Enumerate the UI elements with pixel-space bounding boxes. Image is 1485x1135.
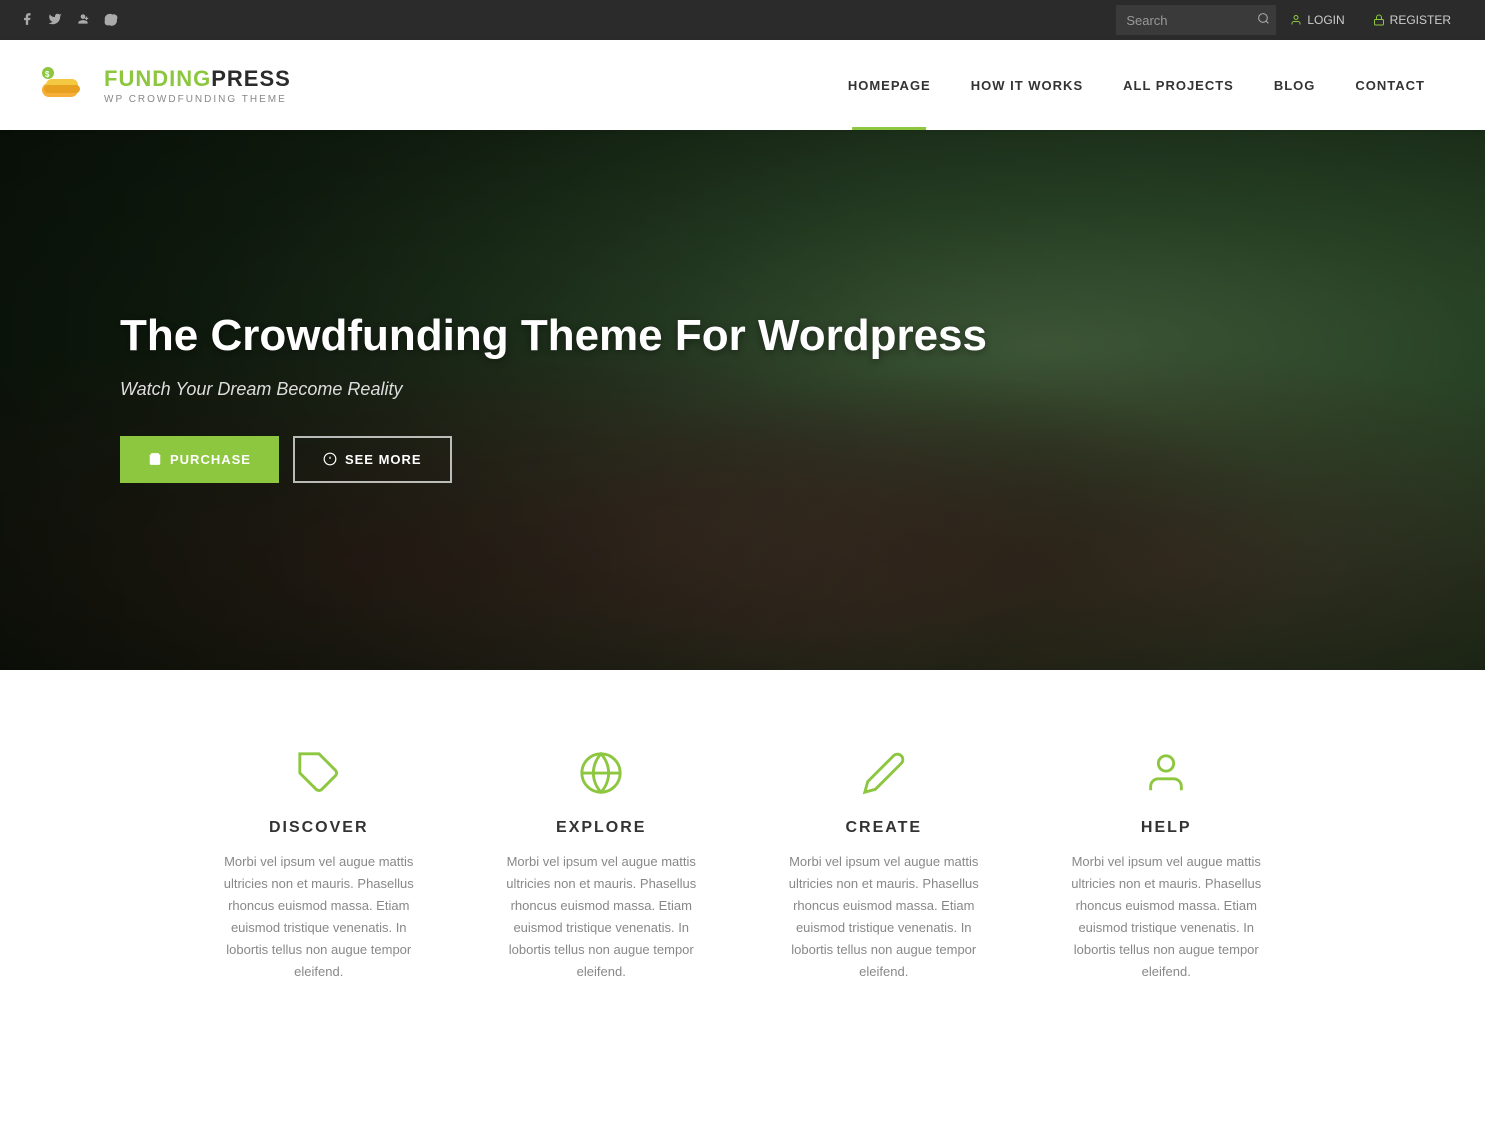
facebook-icon[interactable]: [20, 12, 34, 29]
logo-text: FUNDINGPRESS WP CROWDFUNDING THEME: [104, 66, 291, 105]
help-icon: [1143, 750, 1189, 803]
help-desc: Morbi vel ipsum vel augue mattis ultrici…: [1060, 851, 1273, 984]
logo-icon: $: [40, 65, 92, 105]
logo-green: FUNDING: [104, 66, 211, 91]
explore-icon: [578, 750, 624, 803]
create-icon: [861, 750, 907, 803]
google-plus-icon[interactable]: [76, 12, 90, 29]
feature-create: CREATE Morbi vel ipsum vel augue mattis …: [758, 730, 1011, 1004]
discover-title: DISCOVER: [269, 819, 369, 837]
top-bar-right: LOGIN REGISTER: [1116, 0, 1465, 40]
hero-title: The Crowdfunding Theme For Wordpress: [120, 310, 1485, 363]
nav-all-projects[interactable]: ALL PROJECTS: [1103, 40, 1254, 130]
see-more-button[interactable]: SEE MORE: [293, 436, 452, 483]
login-button[interactable]: LOGIN: [1276, 0, 1358, 40]
nav-contact[interactable]: CONTACT: [1335, 40, 1445, 130]
create-title: CREATE: [845, 819, 922, 837]
header: $ FUNDINGPRESS WP CROWDFUNDING THEME HOM…: [0, 40, 1485, 130]
hero-subtitle: Watch Your Dream Become Reality: [120, 379, 1485, 400]
features-grid: DISCOVER Morbi vel ipsum vel augue matti…: [193, 730, 1293, 1004]
register-button[interactable]: REGISTER: [1359, 0, 1465, 40]
purchase-button[interactable]: PURCHASE: [120, 436, 279, 483]
skype-icon[interactable]: [104, 12, 118, 29]
cart-icon: [148, 452, 162, 466]
svg-text:$: $: [45, 70, 50, 79]
logo-main: FUNDINGPRESS: [104, 66, 291, 92]
logo: $ FUNDINGPRESS WP CROWDFUNDING THEME: [40, 65, 291, 105]
nav-how-it-works[interactable]: HOW IT WORKS: [951, 40, 1103, 130]
search-wrap: [1116, 5, 1276, 35]
logo-sub: WP CROWDFUNDING THEME: [104, 94, 291, 105]
register-label: REGISTER: [1390, 13, 1451, 27]
search-input[interactable]: [1116, 5, 1276, 35]
twitter-icon[interactable]: [48, 12, 62, 29]
search-button[interactable]: [1257, 12, 1270, 28]
main-nav: HOMEPAGE HOW IT WORKS ALL PROJECTS BLOG …: [828, 40, 1445, 130]
nav-homepage[interactable]: HOMEPAGE: [828, 40, 951, 130]
hero-content: The Crowdfunding Theme For Wordpress Wat…: [0, 130, 1485, 483]
feature-help: HELP Morbi vel ipsum vel augue mattis ul…: [1040, 730, 1293, 1004]
top-bar: LOGIN REGISTER: [0, 0, 1485, 40]
create-desc: Morbi vel ipsum vel augue mattis ultrici…: [778, 851, 991, 984]
logo-dark: PRESS: [211, 66, 291, 91]
info-icon: [323, 452, 337, 466]
feature-explore: EXPLORE Morbi vel ipsum vel augue mattis…: [475, 730, 728, 1004]
explore-desc: Morbi vel ipsum vel augue mattis ultrici…: [495, 851, 708, 984]
see-more-label: SEE MORE: [345, 452, 422, 467]
hero-buttons: PURCHASE SEE MORE: [120, 436, 1485, 483]
social-links: [20, 12, 118, 29]
help-title: HELP: [1141, 819, 1192, 837]
purchase-label: PURCHASE: [170, 452, 251, 467]
login-label: LOGIN: [1307, 13, 1344, 27]
hero-section: The Crowdfunding Theme For Wordpress Wat…: [0, 130, 1485, 670]
nav-blog[interactable]: BLOG: [1254, 40, 1336, 130]
explore-title: EXPLORE: [556, 819, 646, 837]
feature-discover: DISCOVER Morbi vel ipsum vel augue matti…: [193, 730, 446, 1004]
features-section: DISCOVER Morbi vel ipsum vel augue matti…: [0, 670, 1485, 1044]
discover-icon: [296, 750, 342, 803]
discover-desc: Morbi vel ipsum vel augue mattis ultrici…: [213, 851, 426, 984]
